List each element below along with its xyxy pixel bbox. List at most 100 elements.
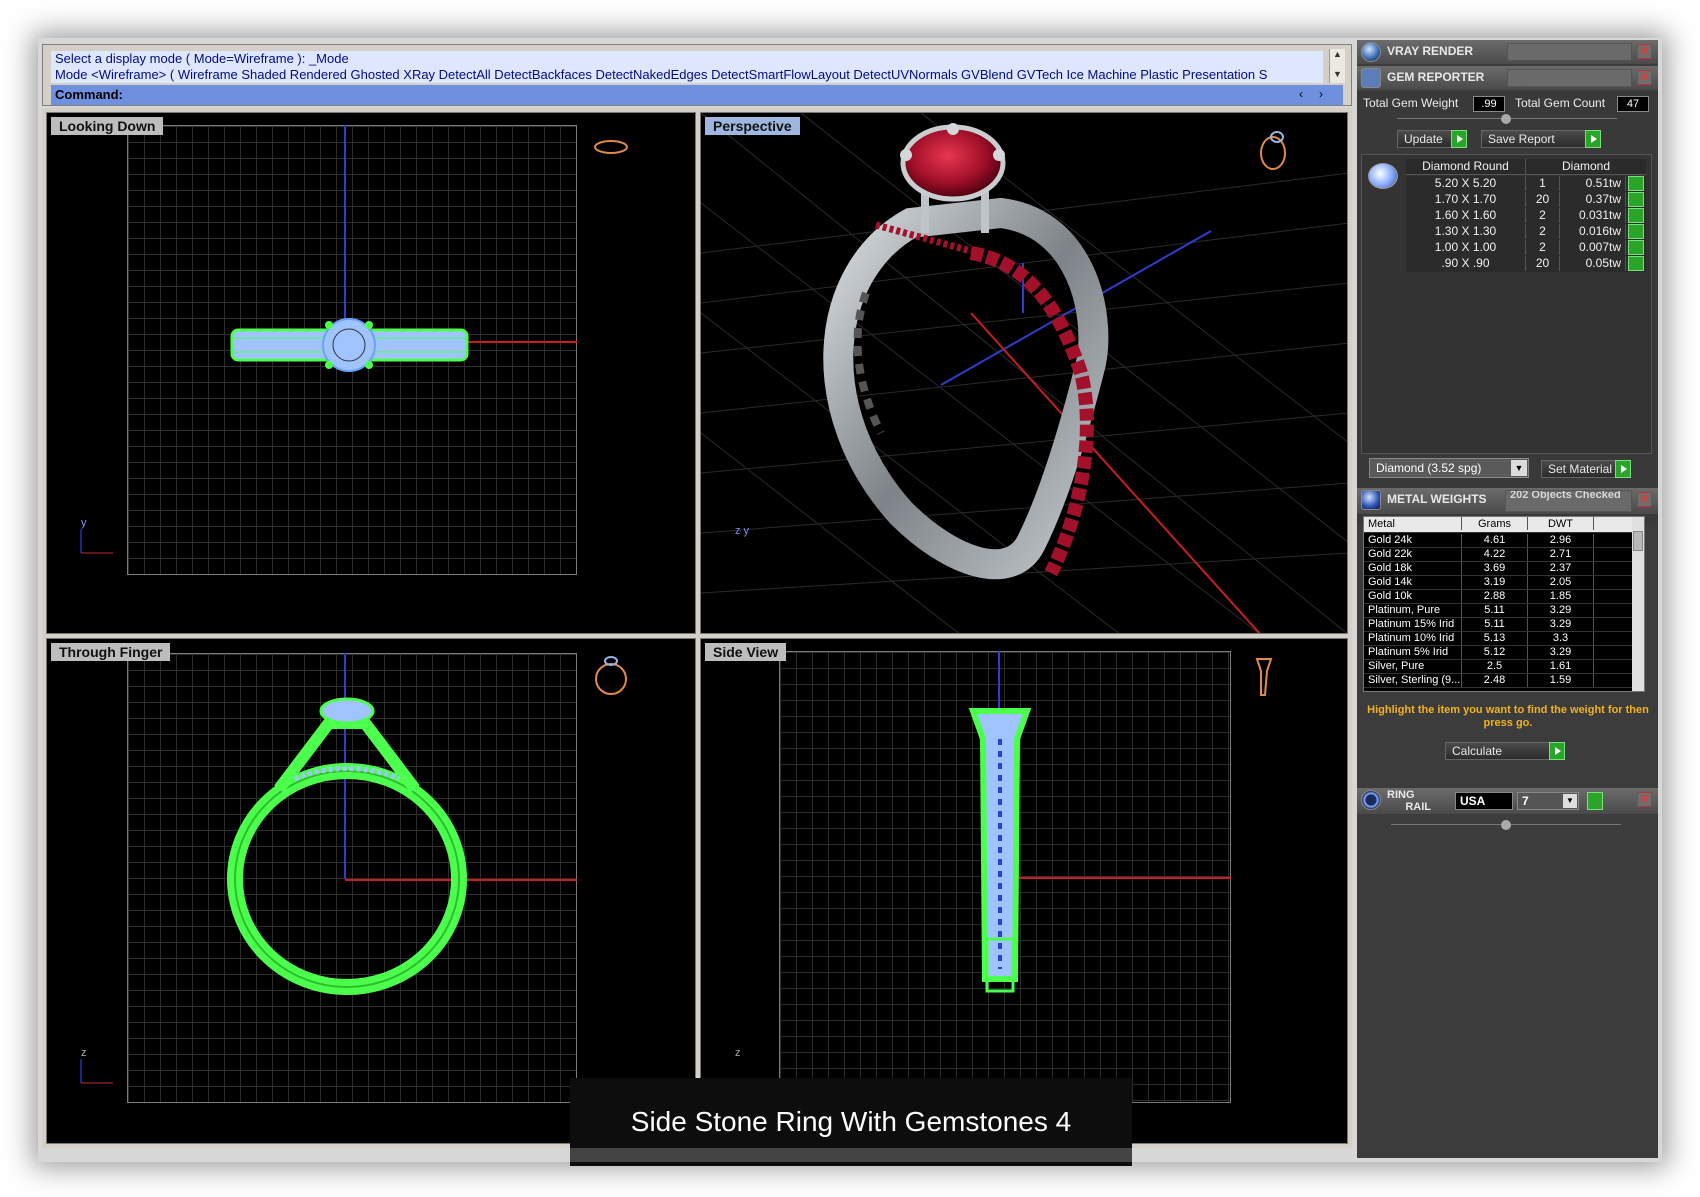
gem-row[interactable]: 1.00 X 1.00 2 0.007tw xyxy=(1406,240,1646,256)
metal-weights-hint: Highlight the item you want to find the … xyxy=(1367,704,1649,729)
gem-weight: 0.016tw xyxy=(1560,224,1626,239)
axis-triad: z xyxy=(80,1047,113,1084)
material-select[interactable]: Diamond (3.52 spg) ▼ xyxy=(1369,458,1529,478)
axis-triad: z xyxy=(735,1047,741,1059)
metal-weights-table[interactable]: Metal Grams DWT Gold 24k 4.61 2.96 Gold 22k… xyxy=(1363,516,1645,692)
scrollbar-thumb[interactable] xyxy=(1633,531,1643,551)
metal-dwt: 2.37 xyxy=(1528,562,1594,575)
ring-orientation-icon xyxy=(595,656,627,695)
gem-size: .90 X .90 xyxy=(1406,256,1526,271)
metal-row[interactable]: Gold 14k 3.19 2.05 xyxy=(1364,576,1632,590)
ring-rail-slider-handle[interactable] xyxy=(1501,820,1511,830)
metal-grams: 5.13 xyxy=(1462,632,1528,645)
viewport-perspective[interactable]: Perspective z y xyxy=(700,112,1348,634)
gem-count: 1 xyxy=(1526,176,1560,191)
go-icon[interactable] xyxy=(1628,224,1644,239)
total-gem-weight-value: .99 xyxy=(1473,96,1505,112)
chevron-down-icon[interactable]: ▼ xyxy=(1511,460,1527,476)
command-options-line[interactable]: Mode <Wireframe> ( Wireframe Shaded Rend… xyxy=(51,67,1323,83)
go-icon[interactable] xyxy=(1585,130,1601,148)
metal-row[interactable]: Silver, Pure 2.5 1.61 xyxy=(1364,660,1632,674)
go-icon[interactable] xyxy=(1587,792,1603,810)
metal-row[interactable]: Gold 24k 4.61 2.96 xyxy=(1364,534,1632,548)
metal-row[interactable]: Gold 22k 4.22 2.71 xyxy=(1364,548,1632,562)
metal-row[interactable]: Gold 10k 2.88 1.85 xyxy=(1364,590,1632,604)
scroll-left-icon[interactable]: ‹ xyxy=(1299,87,1319,101)
metal-dwt: 1.59 xyxy=(1528,674,1594,687)
metal-name: Platinum, Pure xyxy=(1364,604,1462,617)
ring-size-select[interactable]: 7 ▼ xyxy=(1517,792,1579,810)
go-icon[interactable] xyxy=(1549,742,1565,760)
ring-orientation-icon xyxy=(1255,658,1273,696)
close-icon[interactable]: ✕ xyxy=(1637,70,1652,85)
go-icon[interactable] xyxy=(1628,192,1644,207)
vray-render-header[interactable]: VRAY RENDER ✕ xyxy=(1357,40,1658,64)
command-nav-arrows[interactable]: ‹› xyxy=(1249,87,1339,103)
command-area: Select a display mode ( Mode=Wireframe )… xyxy=(42,44,1352,106)
gem-row[interactable]: .90 X .90 20 0.05tw xyxy=(1406,256,1646,272)
go-icon[interactable] xyxy=(1628,208,1644,223)
gem-row[interactable]: 1.30 X 1.30 2 0.016tw xyxy=(1406,224,1646,240)
metal-dwt: 3.3 xyxy=(1528,632,1594,645)
calculate-button[interactable]: Calculate xyxy=(1445,742,1565,760)
dwt-column-header: DWT xyxy=(1528,517,1594,530)
go-icon[interactable] xyxy=(1628,176,1644,191)
close-icon[interactable]: ✕ xyxy=(1637,492,1652,507)
command-label: Command: xyxy=(55,87,123,102)
go-icon[interactable] xyxy=(1628,256,1644,271)
metal-row[interactable]: Platinum, Pure 5.11 3.29 xyxy=(1364,604,1632,618)
metal-row[interactable]: Platinum 5% Irid 5.12 3.29 xyxy=(1364,646,1632,660)
metal-weights-header[interactable]: METAL WEIGHTS 202 Objects Checked ✕ xyxy=(1357,488,1658,514)
metal-row[interactable]: Platinum 15% Irid 5.11 3.29 xyxy=(1364,618,1632,632)
metal-grams: 5.11 xyxy=(1462,618,1528,631)
command-history-scrollbar[interactable]: ▲ ▼ xyxy=(1329,49,1345,83)
gem-count: 20 xyxy=(1526,192,1560,207)
metal-row[interactable]: Gold 18k 3.69 2.37 xyxy=(1364,562,1632,576)
metal-name: Platinum 15% Irid xyxy=(1364,618,1462,631)
viewport-title[interactable]: Through Finger xyxy=(51,643,171,661)
ring-orientation-icon xyxy=(1260,131,1286,170)
chevron-down-icon[interactable]: ▼ xyxy=(1563,794,1577,808)
ring-wireframe-front[interactable] xyxy=(47,639,696,1144)
metal-grams: 5.12 xyxy=(1462,646,1528,659)
update-button[interactable]: Update xyxy=(1397,130,1467,148)
set-material-button[interactable]: Set Material xyxy=(1541,460,1631,478)
viewport-title[interactable]: Side View xyxy=(705,643,787,661)
gem-reporter-panel: Total Gem Weight .99 Total Gem Count 47 … xyxy=(1357,92,1658,524)
go-icon[interactable] xyxy=(1628,240,1644,255)
metal-row[interactable]: Silver, Sterling (9... 2.48 1.59 xyxy=(1364,674,1632,688)
caption-progress-bar xyxy=(570,1148,1132,1162)
viewport-title[interactable]: Looking Down xyxy=(51,117,164,135)
close-icon[interactable]: ✕ xyxy=(1637,792,1652,807)
metal-name: Silver, Pure xyxy=(1364,660,1462,673)
gem-row[interactable]: 5.20 X 5.20 1 0.51tw xyxy=(1406,176,1646,192)
command-input[interactable]: Command: xyxy=(51,85,1343,105)
plugin-sidebar: VRAY RENDER ✕ GEM REPORTER ✕ Total Gem W… xyxy=(1357,40,1658,1158)
viewport-looking-down[interactable]: Looking Down y xyxy=(46,112,696,634)
ring-rail-header[interactable]: RING RAIL USA 7 ▼ ✕ xyxy=(1357,788,1658,814)
close-icon[interactable]: ✕ xyxy=(1637,44,1652,59)
metal-table-scrollbar[interactable] xyxy=(1632,517,1644,691)
scroll-right-icon[interactable]: › xyxy=(1319,87,1339,101)
gem-size: 1.00 X 1.00 xyxy=(1406,240,1526,255)
flask-icon xyxy=(1361,490,1381,510)
size-standard-field[interactable]: USA xyxy=(1455,792,1513,810)
gem-count: 2 xyxy=(1526,224,1560,239)
ring-render[interactable] xyxy=(701,113,1348,634)
ring-wireframe-top[interactable] xyxy=(47,113,696,634)
gem-row[interactable]: 1.70 X 1.70 20 0.37tw xyxy=(1406,192,1646,208)
save-report-button[interactable]: Save Report xyxy=(1481,130,1601,148)
slider-handle[interactable] xyxy=(1501,114,1511,124)
viewport-title[interactable]: Perspective xyxy=(705,117,800,135)
go-icon[interactable] xyxy=(1451,130,1467,148)
go-icon[interactable] xyxy=(1615,460,1631,478)
viewport-side-view[interactable]: Side View z xyxy=(700,638,1348,1144)
gem-reporter-title: GEM REPORTER xyxy=(1387,70,1485,84)
gem-row[interactable]: 1.60 X 1.60 2 0.031tw xyxy=(1406,208,1646,224)
gem-reporter-header[interactable]: GEM REPORTER ✕ xyxy=(1357,66,1658,90)
metal-row[interactable]: Platinum 10% Irid 5.13 3.3 xyxy=(1364,632,1632,646)
viewport-through-finger[interactable]: Through Finger z xyxy=(46,638,696,1144)
metal-name: Platinum 5% Irid xyxy=(1364,646,1462,659)
ring-wireframe-side[interactable] xyxy=(701,639,1348,1144)
gem-table: Diamond Round Diamond 5.20 X 5.20 1 0.51tw… xyxy=(1361,154,1652,454)
